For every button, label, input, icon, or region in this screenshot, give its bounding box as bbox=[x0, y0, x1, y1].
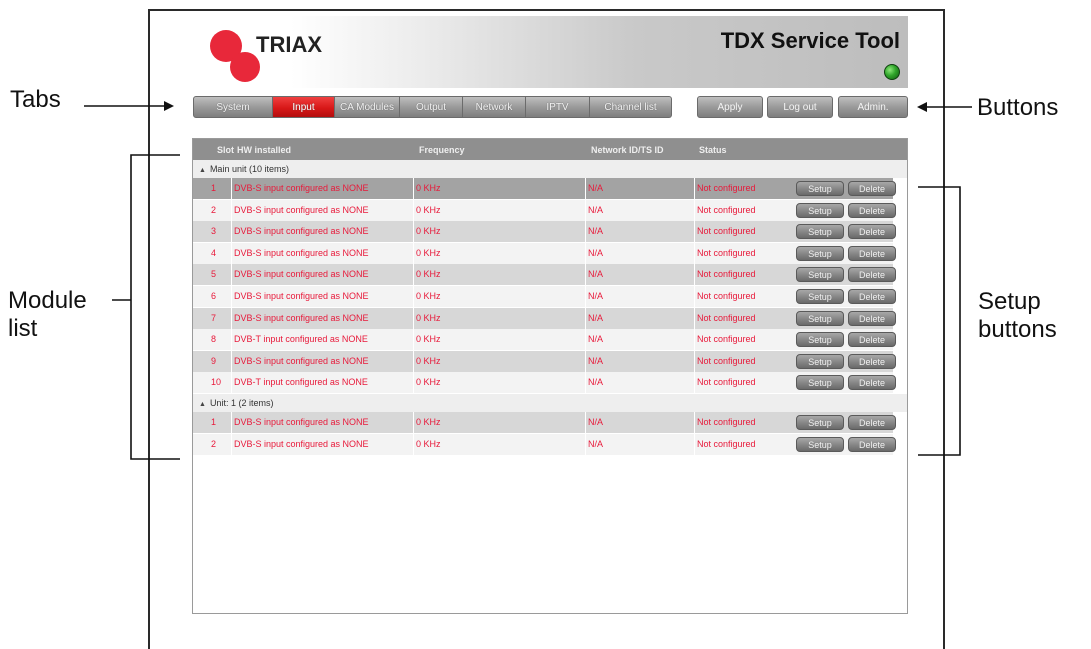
setup-buttons-bracket bbox=[918, 186, 961, 456]
module-list-bracket bbox=[130, 154, 180, 460]
annotation-lines bbox=[84, 101, 972, 460]
